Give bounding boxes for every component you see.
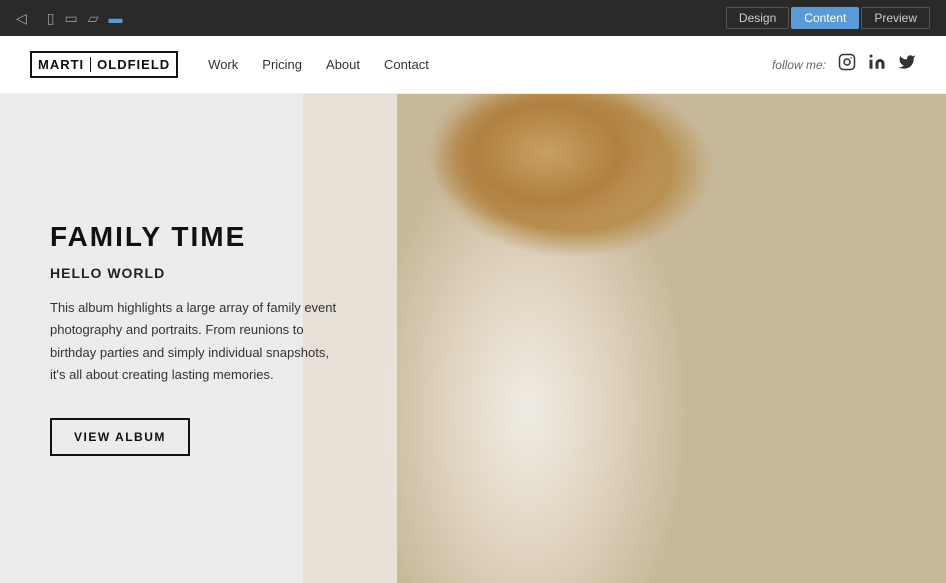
nav-right: follow me: [772,53,916,76]
top-bar: ◁ ▯ ▭ ▱ ▬ Design Content Preview [0,0,946,36]
design-mode-button[interactable]: Design [726,7,789,29]
hero-description: This album highlights a large array of f… [50,297,347,385]
content-mode-button[interactable]: Content [791,7,859,29]
hero-content: FAMILY TIME HELLO WORLD This album highl… [0,94,397,583]
tablet-landscape-icon[interactable]: ▭ [65,10,78,27]
hero-section: FAMILY TIME HELLO WORLD This album highl… [0,94,946,583]
desktop-icon[interactable]: ▬ [109,10,123,26]
mobile-icon[interactable]: ▱ [88,10,99,27]
tablet-portrait-icon[interactable]: ▯ [47,10,55,27]
logo-first-name: MARTI [38,57,91,72]
hero-title: FAMILY TIME [50,221,347,253]
nav-link-work[interactable]: Work [208,57,238,72]
nav-link-about[interactable]: About [326,57,360,72]
hero-photo [303,94,946,583]
hero-photo-inner [303,94,946,583]
preview-mode-button[interactable]: Preview [861,7,930,29]
logo[interactable]: MARTI OLDFIELD [30,51,178,78]
main-nav: MARTI OLDFIELD Work Pricing About Contac… [0,36,946,94]
mode-buttons: Design Content Preview [726,7,930,29]
instagram-icon[interactable] [838,53,856,76]
website-preview: MARTI OLDFIELD Work Pricing About Contac… [0,36,946,583]
follow-label: follow me: [772,58,826,72]
nav-link-pricing[interactable]: Pricing [262,57,302,72]
hero-subtitle: HELLO WORLD [50,265,347,281]
view-album-button[interactable]: VIEW ALBUM [50,418,190,456]
back-icon[interactable]: ◁ [16,10,27,27]
linkedin-icon[interactable] [868,53,886,76]
twitter-icon[interactable] [898,53,916,76]
nav-link-contact[interactable]: Contact [384,57,429,72]
top-bar-left: ◁ ▯ ▭ ▱ ▬ [16,10,123,27]
logo-last-name: OLDFIELD [91,57,170,72]
device-switcher: ▯ ▭ ▱ ▬ [47,10,123,27]
nav-links: Work Pricing About Contact [208,57,772,72]
